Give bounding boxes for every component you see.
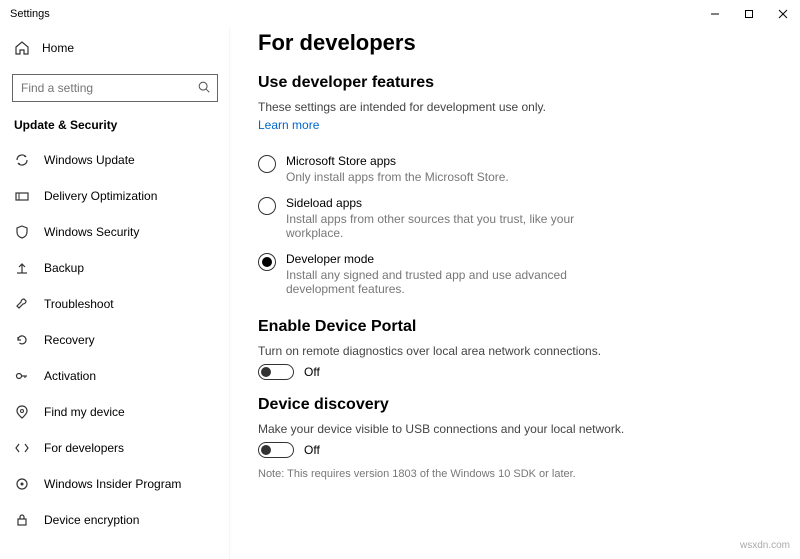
radio-microsoft-store-apps[interactable]: Microsoft Store apps Only install apps f… [258, 148, 772, 190]
sidebar-item-label: Windows Insider Program [44, 477, 181, 491]
code-icon [14, 440, 30, 456]
sidebar-item-activation[interactable]: Activation [0, 358, 230, 394]
sidebar-item-label: Delivery Optimization [44, 189, 157, 203]
location-icon [14, 404, 30, 420]
device-portal-toggle[interactable] [258, 364, 294, 380]
sidebar-item-label: Windows Security [44, 225, 139, 239]
radio-desc: Install any signed and trusted app and u… [286, 268, 616, 296]
nav-list: Windows Update Delivery Optimization Win… [0, 142, 230, 538]
section-heading-device-discovery: Device discovery [258, 396, 772, 414]
delivery-icon [14, 188, 30, 204]
titlebar: Settings [0, 0, 800, 28]
close-button[interactable] [766, 0, 800, 28]
sidebar-item-find-my-device[interactable]: Find my device [0, 394, 230, 430]
device-discovery-toggle[interactable] [258, 442, 294, 458]
sidebar-item-device-encryption[interactable]: Device encryption [0, 502, 230, 538]
dev-mode-radio-group: Microsoft Store apps Only install apps f… [258, 148, 772, 302]
page-title: For developers [258, 30, 772, 56]
sidebar-item-backup[interactable]: Backup [0, 250, 230, 286]
content-pane: For developers Use developer features Th… [230, 28, 800, 559]
section-heading-dev-features: Use developer features [258, 74, 772, 92]
home-button[interactable]: Home [0, 32, 230, 64]
sidebar-item-label: Recovery [44, 333, 95, 347]
sidebar-item-windows-security[interactable]: Windows Security [0, 214, 230, 250]
radio-button-icon [258, 197, 276, 215]
sidebar-item-delivery-optimization[interactable]: Delivery Optimization [0, 178, 230, 214]
sync-icon [14, 152, 30, 168]
sidebar: Home Update & Security Windows Update De… [0, 28, 230, 559]
device-portal-desc: Turn on remote diagnostics over local ar… [258, 344, 772, 358]
sidebar-item-for-developers[interactable]: For developers [0, 430, 230, 466]
wrench-icon [14, 296, 30, 312]
radio-sideload-apps[interactable]: Sideload apps Install apps from other so… [258, 190, 772, 246]
window-controls [698, 0, 800, 28]
sidebar-item-label: Activation [44, 369, 96, 383]
search-icon [197, 80, 211, 97]
sidebar-item-troubleshoot[interactable]: Troubleshoot [0, 286, 230, 322]
sidebar-item-label: Windows Update [44, 153, 135, 167]
radio-developer-mode[interactable]: Developer mode Install any signed and tr… [258, 246, 772, 302]
radio-button-icon [258, 253, 276, 271]
lock-icon [14, 512, 30, 528]
recovery-icon [14, 332, 30, 348]
shield-icon [14, 224, 30, 240]
radio-label: Microsoft Store apps [286, 154, 509, 168]
sidebar-item-insider-program[interactable]: Windows Insider Program [0, 466, 230, 502]
key-icon [14, 368, 30, 384]
device-portal-toggle-label: Off [304, 365, 320, 379]
insider-icon [14, 476, 30, 492]
radio-desc: Install apps from other sources that you… [286, 212, 616, 240]
sidebar-item-label: For developers [44, 441, 124, 455]
section-heading-device-portal: Enable Device Portal [258, 318, 772, 336]
radio-label: Developer mode [286, 252, 616, 266]
sidebar-item-label: Backup [44, 261, 84, 275]
radio-label: Sideload apps [286, 196, 616, 210]
device-discovery-toggle-label: Off [304, 443, 320, 457]
radio-desc: Only install apps from the Microsoft Sto… [286, 170, 509, 184]
sidebar-item-recovery[interactable]: Recovery [0, 322, 230, 358]
category-label: Update & Security [0, 112, 230, 142]
device-discovery-note: Note: This requires version 1803 of the … [258, 468, 772, 480]
watermark: wsxdn.com [740, 540, 790, 551]
device-discovery-desc: Make your device visible to USB connecti… [258, 422, 772, 436]
home-label: Home [42, 41, 74, 55]
radio-button-icon [258, 155, 276, 173]
search-field[interactable] [21, 81, 197, 95]
dev-features-intro: These settings are intended for developm… [258, 100, 772, 114]
minimize-button[interactable] [698, 0, 732, 28]
sidebar-item-label: Troubleshoot [44, 297, 114, 311]
learn-more-link[interactable]: Learn more [258, 118, 319, 132]
search-input[interactable] [12, 74, 218, 102]
sidebar-item-label: Device encryption [44, 513, 139, 527]
sidebar-item-windows-update[interactable]: Windows Update [0, 142, 230, 178]
window-title: Settings [10, 8, 50, 20]
home-icon [14, 40, 30, 56]
backup-icon [14, 260, 30, 276]
sidebar-item-label: Find my device [44, 405, 125, 419]
maximize-button[interactable] [732, 0, 766, 28]
